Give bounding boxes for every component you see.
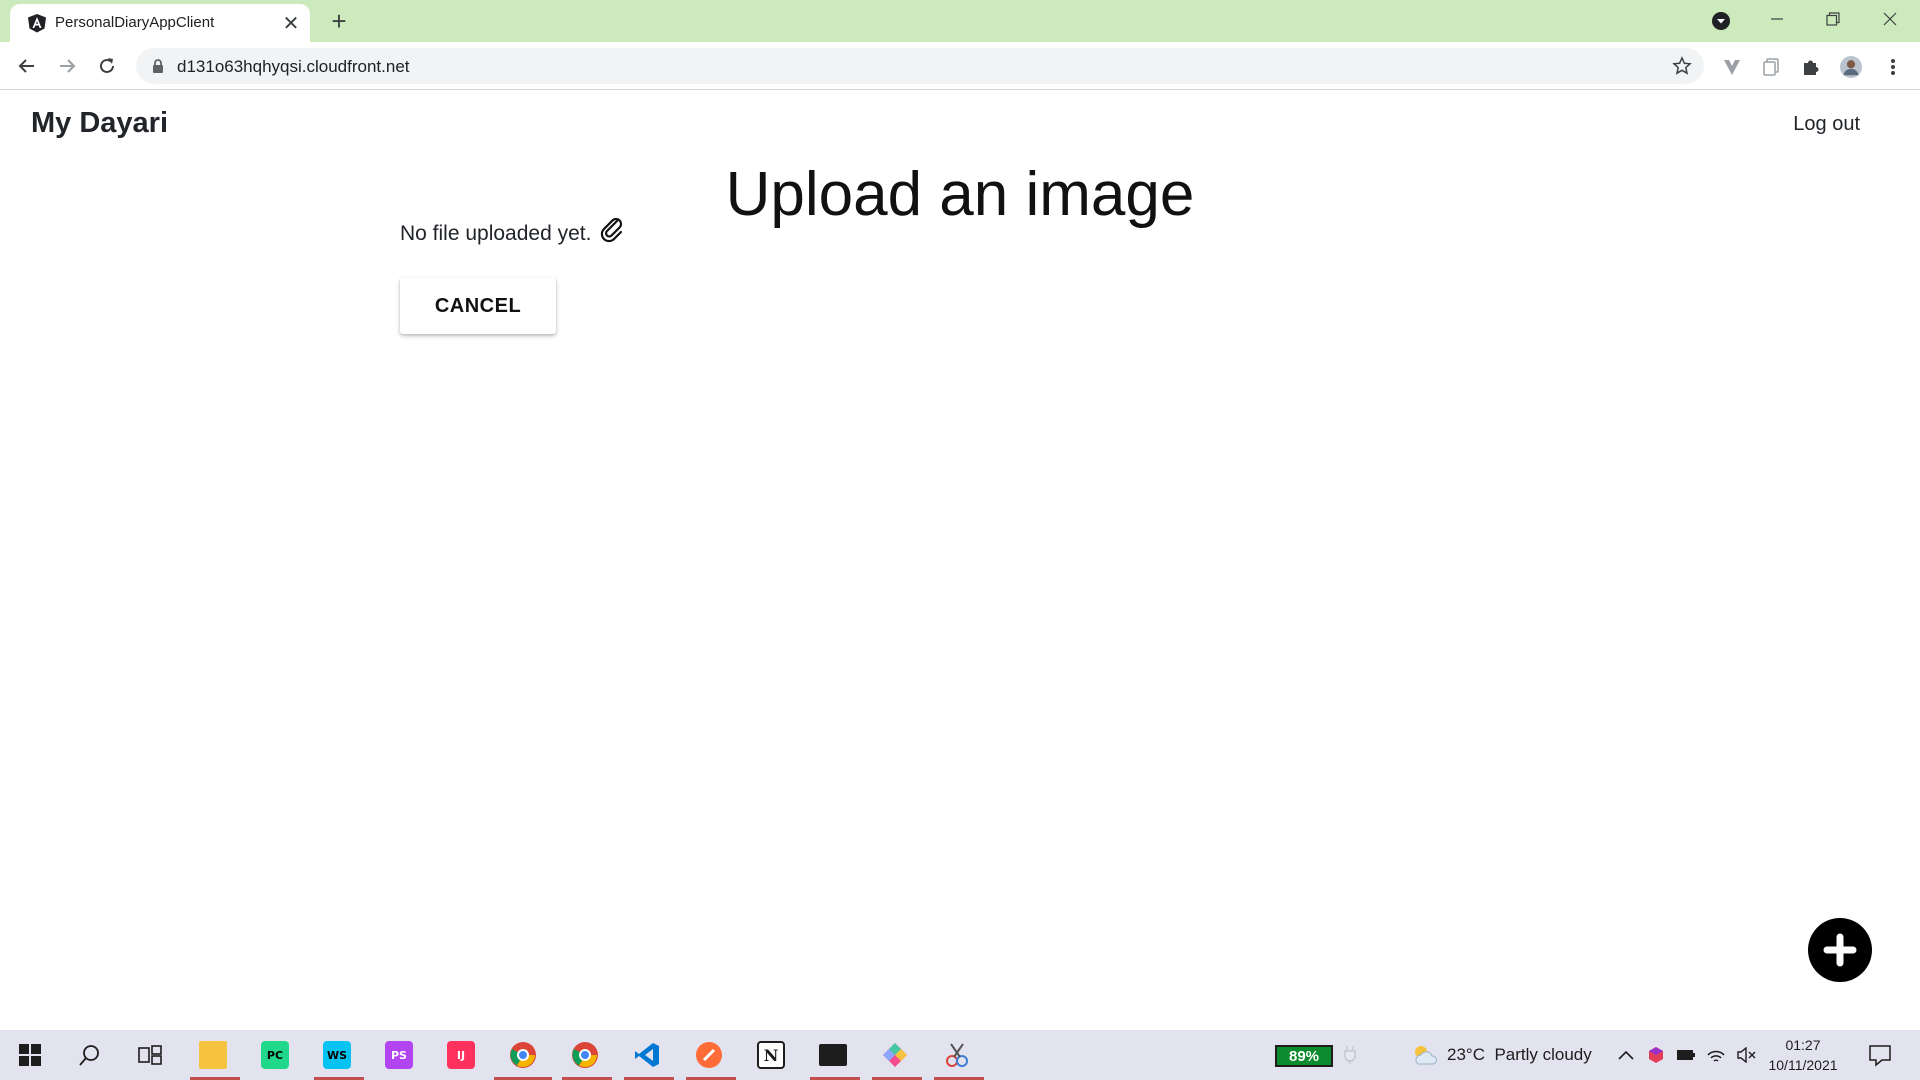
weather-desc: Partly cloudy <box>1494 1045 1592 1064</box>
notification-center-icon[interactable] <box>1868 1043 1892 1067</box>
back-arrow-icon <box>18 59 34 73</box>
chrome-menu-icon[interactable] <box>1882 56 1904 78</box>
reload-button[interactable] <box>92 51 122 81</box>
new-tab-button[interactable]: + <box>324 6 354 36</box>
url-text: d131o63hqhyqsi.cloudfront.net <box>177 57 410 76</box>
address-bar[interactable]: d131o63hqhyqsi.cloudfront.net <box>136 48 1704 84</box>
browser-tab-strip: PersonalDiaryAppClient ✕ + <box>0 0 1920 42</box>
upload-status-text: No file uploaded yet. <box>400 222 592 245</box>
tab-search-icon[interactable] <box>1710 10 1732 32</box>
forward-arrow-icon <box>60 59 76 73</box>
vscode-icon[interactable] <box>629 1038 665 1072</box>
task-view-icon[interactable] <box>132 1038 168 1072</box>
clock-time: 01:27 <box>1785 1037 1821 1053</box>
snipping-tool-icon[interactable] <box>939 1038 975 1072</box>
upload-status-row: No file uploaded yet. <box>400 217 626 246</box>
close-window-icon[interactable] <box>1870 4 1910 34</box>
battery-tray-icon[interactable] <box>1676 1045 1696 1065</box>
weather-temp: 23°C <box>1447 1045 1485 1064</box>
copy-extension-icon[interactable] <box>1760 56 1782 78</box>
cancel-button[interactable]: CANCEL <box>400 278 556 334</box>
notion-icon[interactable]: N <box>753 1038 789 1072</box>
power-plug-icon <box>1340 1045 1360 1065</box>
gitkraken-icon[interactable] <box>877 1038 913 1072</box>
logout-link[interactable]: Log out <box>1793 113 1860 136</box>
browser-tab[interactable]: PersonalDiaryAppClient ✕ <box>10 4 310 42</box>
add-entry-button[interactable] <box>1808 918 1872 982</box>
paperclip-icon[interactable] <box>598 215 626 243</box>
vpn-extension-icon[interactable] <box>1721 56 1743 78</box>
chrome-icon[interactable] <box>505 1038 541 1072</box>
wifi-icon[interactable] <box>1706 1045 1726 1065</box>
plus-icon <box>1823 933 1857 967</box>
angular-icon <box>28 14 46 33</box>
pycharm-icon[interactable]: PC <box>257 1038 293 1072</box>
volume-muted-icon[interactable] <box>1736 1045 1756 1065</box>
system-clock[interactable]: 01:27 10/11/2021 <box>1768 1035 1838 1075</box>
clock-date: 10/11/2021 <box>1768 1057 1838 1073</box>
phpstorm-icon[interactable]: PS <box>381 1038 417 1072</box>
close-tab-icon[interactable]: ✕ <box>280 12 302 35</box>
weather-temperature[interactable]: 23°C Partly cloudy <box>1447 1045 1592 1065</box>
postman-icon[interactable] <box>691 1038 727 1072</box>
minimize-icon[interactable] <box>1757 4 1797 34</box>
chevron-up-icon[interactable] <box>1616 1045 1636 1065</box>
terminal-icon[interactable] <box>815 1038 851 1072</box>
app-navbar: My Dayari Log out <box>0 90 1920 160</box>
forward-button[interactable] <box>52 51 82 81</box>
lock-icon[interactable] <box>150 58 166 74</box>
extensions-puzzle-icon[interactable] <box>1800 56 1822 78</box>
intellij-icon[interactable]: IJ <box>443 1038 479 1072</box>
file-explorer-icon[interactable] <box>195 1038 231 1072</box>
profile-avatar[interactable] <box>1840 56 1862 78</box>
chrome-profile-icon[interactable] <box>567 1038 603 1072</box>
battery-indicator[interactable]: 89% <box>1275 1045 1333 1067</box>
app-brand[interactable]: My Dayari <box>31 107 168 140</box>
search-icon[interactable] <box>72 1038 108 1072</box>
windows-taskbar: PC WS PS IJ N 89% 23°C Partly cloudy 01:… <box>0 1030 1920 1080</box>
webstorm-icon[interactable]: WS <box>319 1038 355 1072</box>
bookmark-star-icon[interactable] <box>1672 56 1692 76</box>
windows-start-icon[interactable] <box>12 1038 48 1072</box>
weather-icon[interactable] <box>1412 1045 1438 1065</box>
browser-toolbar: d131o63hqhyqsi.cloudfront.net <box>0 42 1920 90</box>
tab-title: PersonalDiaryAppClient <box>55 14 215 31</box>
main-content: Upload an image No file uploaded yet. CA… <box>0 160 1920 1030</box>
restore-icon[interactable] <box>1813 4 1853 34</box>
page-title: Upload an image <box>725 160 1195 229</box>
reload-icon <box>100 58 114 73</box>
back-button[interactable] <box>12 51 42 81</box>
app-tray-icon[interactable] <box>1646 1045 1666 1065</box>
